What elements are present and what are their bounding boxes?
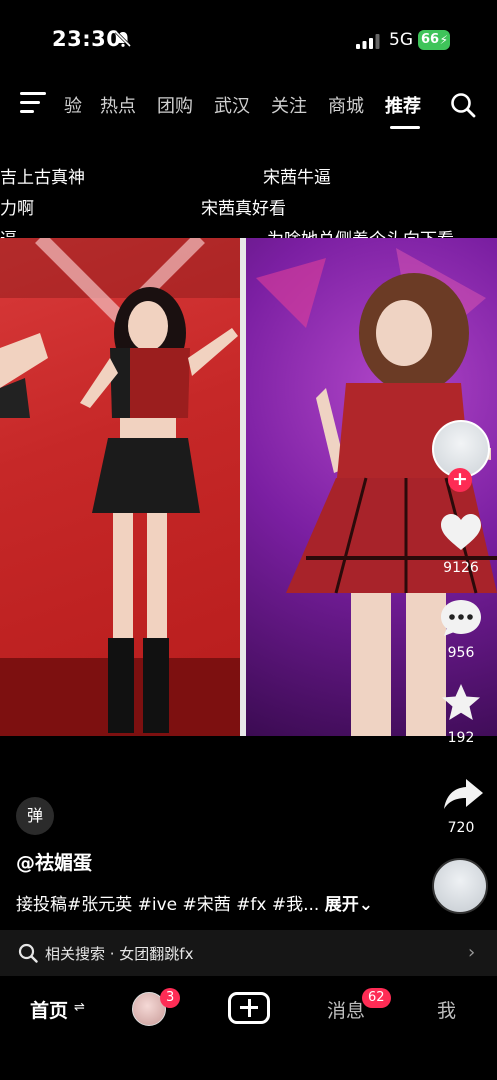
battery-indicator: 66 ⚡ (418, 30, 450, 50)
related-search-bar[interactable]: 相关搜索 · 女团翻跳fx › (0, 930, 497, 976)
danmaku-comment: 吉上古真神 (0, 168, 85, 188)
tab-recommended[interactable]: 推荐 (385, 92, 421, 118)
tab-mall[interactable]: 商城 (328, 92, 364, 118)
related-search-text: 相关搜索 · 女团翻跳fx (45, 945, 194, 963)
status-time: 23:30 (52, 27, 122, 51)
danmaku-comment: 宋茜牛逼 (263, 168, 331, 188)
search-icon[interactable] (450, 92, 476, 118)
network-type: 5G (389, 30, 413, 50)
battery-level: 66 (421, 32, 440, 47)
heart-icon[interactable] (439, 512, 483, 552)
comment-count: 956 (447, 645, 475, 661)
search-icon (18, 943, 38, 963)
tab-group-buy[interactable]: 团购 (157, 92, 193, 118)
video-left-panel (0, 238, 240, 736)
tab-following[interactable]: 关注 (271, 92, 307, 118)
top-nav: 验 热点 团购 武汉 关注 商城 推荐 (0, 84, 497, 129)
bottom-nav: 首页 ⇌ 3 消息 62 我 (0, 976, 497, 1080)
expand-link[interactable]: 展开⌄ (325, 895, 373, 915)
nav-home[interactable]: 首页 (30, 996, 68, 1023)
star-icon[interactable] (439, 683, 483, 723)
refresh-icon: ⇌ (74, 1000, 85, 1015)
follow-button[interactable]: + (448, 468, 472, 492)
nav-messages[interactable]: 消息 (327, 996, 365, 1023)
messages-badge: 62 (362, 988, 391, 1008)
music-disc[interactable] (432, 858, 488, 914)
author-name[interactable]: @祛媚蛋 (16, 848, 92, 875)
like-count: 9126 (443, 560, 479, 576)
share-icon[interactable] (441, 775, 485, 815)
favorite-count: 192 (447, 730, 475, 746)
comment-icon[interactable] (439, 598, 483, 638)
charging-bolt-icon: ⚡ (439, 33, 448, 47)
danmaku-comment: 力啊 (0, 199, 34, 219)
nav-me[interactable]: 我 (437, 996, 456, 1023)
add-post-button[interactable] (228, 992, 270, 1024)
left-dancer-figure (0, 238, 240, 736)
description-text: 接投稿#张元英 #ive #宋茜 #fx #我... (16, 895, 325, 915)
tab-experience[interactable]: 验 (64, 92, 82, 118)
danmaku-toggle-button[interactable]: 弹 (16, 797, 54, 835)
tab-wuhan[interactable]: 武汉 (214, 92, 250, 118)
signal-icon (356, 34, 380, 49)
menu-icon[interactable] (20, 92, 46, 114)
video-description[interactable]: 接投稿#张元英 #ive #宋茜 #fx #我... 展开⌄ (16, 890, 373, 915)
active-tab-underline (390, 126, 420, 129)
danmaku-comment: 宋茜真好看 (201, 199, 286, 219)
bell-mute-icon (114, 30, 132, 48)
tab-hot[interactable]: 热点 (100, 92, 136, 118)
video-player[interactable] (0, 238, 497, 736)
chevron-right-icon: › (468, 942, 476, 963)
share-count: 720 (447, 820, 475, 836)
status-bar: 23:30 5G 66 ⚡ (0, 0, 497, 80)
friends-badge: 3 (160, 988, 181, 1008)
